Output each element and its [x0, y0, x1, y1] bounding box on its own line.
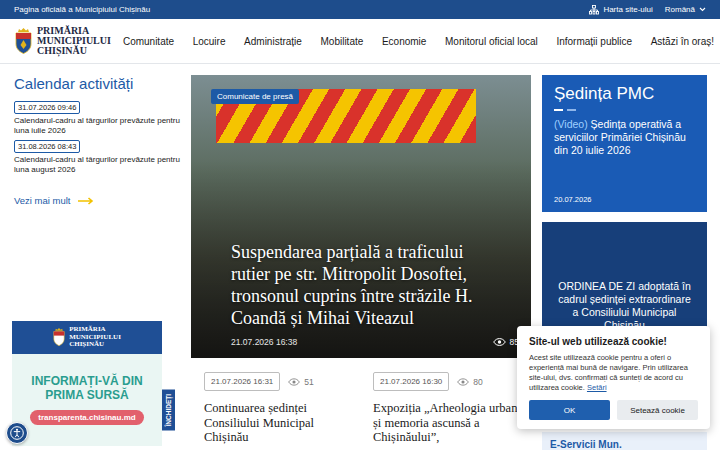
- news-date: 21.07.2026 16:30: [373, 372, 449, 391]
- hero-meta: 21.07.2026 16:38 85: [231, 337, 519, 347]
- news-date: 21.07.2026 16:31: [204, 372, 280, 391]
- logo[interactable]: PRIMĂRIAMUNICIPIULUICHIȘINĂU: [15, 26, 111, 56]
- pmc-date: 20.07.2026: [554, 195, 695, 204]
- sitemap-icon: [589, 5, 599, 15]
- coat-of-arms-icon: [53, 328, 65, 346]
- logo-line: MUNICIPIULUI: [37, 36, 111, 46]
- left-column: Calendar activități 31.07.2026 09:46 Cal…: [14, 75, 180, 450]
- main-nav: Comunitate Locuire Administrație Mobilitate…: [123, 36, 714, 47]
- logo-text: PRIMĂRIAMUNICIPIULUICHIȘINĂU: [37, 26, 111, 56]
- language-select[interactable]: Română: [665, 5, 706, 14]
- logo-line: CHIȘINĂU: [37, 46, 111, 56]
- eye-icon: [457, 378, 469, 386]
- dash: [567, 109, 576, 111]
- calendar-date: 31.07.2026 09:46: [14, 101, 80, 114]
- nav-item[interactable]: Comunitate: [123, 36, 174, 47]
- eye-icon: [493, 338, 506, 346]
- dash: [554, 109, 563, 111]
- calendar-text: Calendarul-cadru al târgurilor prevăzute…: [14, 155, 180, 175]
- nav-item[interactable]: Monitorul oficial local: [445, 36, 538, 47]
- pmc-card[interactable]: Ședința PMC (Video) Ședința operativă a …: [542, 75, 707, 212]
- banner-headline-line: PRIMA SURSĂ: [45, 388, 129, 402]
- hero-content: Suspendarea parțială a traficului rutier…: [191, 75, 531, 358]
- views-count: 51: [288, 377, 313, 387]
- views-count: 85: [493, 337, 519, 347]
- banner-logo: PRIMĂRIAMUNICIPIULUICHIȘINĂU: [12, 321, 162, 354]
- news-meta: 21.07.2026 16:31 51: [204, 372, 357, 391]
- top-links: Harta site-ului Română: [589, 5, 706, 15]
- banner-logo-line: PRIMĂRIA: [69, 326, 121, 334]
- nav-item[interactable]: Locuire: [193, 36, 226, 47]
- header: PRIMĂRIAMUNICIPIULUICHIȘINĂU Comunitate L…: [0, 19, 720, 64]
- arrow-right-icon: [78, 197, 94, 205]
- official-label: Pagina oficială a Municipiului Chișinău: [14, 5, 150, 14]
- cookie-settings-link[interactable]: Setări: [587, 383, 607, 392]
- center-column: Comunicate de presă Suspendarea parțială…: [191, 75, 531, 450]
- news-meta: 21.07.2026 16:30 80: [373, 372, 526, 391]
- calendar-text: Calendarul-cadru al târgurilor prevăzute…: [14, 116, 180, 136]
- banner-logo-line: CHIȘINĂU: [69, 341, 121, 349]
- news-title: Continuarea ședinței Consiliului Municip…: [204, 401, 357, 445]
- ok-button[interactable]: OK: [529, 400, 610, 420]
- pmc-title: Ședința PMC: [554, 84, 695, 104]
- logo-line: PRIMĂRIA: [37, 26, 111, 36]
- nav-item[interactable]: Economie: [382, 36, 426, 47]
- hero-date: 21.07.2026 16:38: [231, 337, 297, 347]
- sitemap-link[interactable]: Harta site-ului: [589, 5, 652, 15]
- eservices-title: E-Servicii Mun.: [550, 439, 622, 450]
- news-card[interactable]: 21.07.2026 16:31 51 Continuarea ședinței…: [204, 372, 357, 445]
- coat-of-arms-icon: [15, 28, 32, 54]
- pmc-text: (Video) Ședința operativă a serviciilor …: [554, 118, 695, 157]
- eye-icon: [288, 378, 300, 386]
- top-bar: Pagina oficială a Municipiului Chișinău …: [0, 0, 720, 19]
- news-title: Expoziția „Arheologia urbană și memoria …: [373, 401, 526, 445]
- banner-headline-line: INFORMAȚI-VĂ DIN: [31, 374, 142, 388]
- accessibility-icon: [10, 426, 24, 440]
- calendar-title: Calendar activități: [14, 75, 180, 93]
- cookie-popup: Site-ul web utilizează cookie! Acest sit…: [517, 326, 710, 429]
- banner-logo-line: MUNICIPIULUI: [69, 334, 121, 342]
- nav-item[interactable]: Informații publice: [556, 36, 632, 47]
- news-card[interactable]: 21.07.2026 16:30 80 Expoziția „Arheologi…: [373, 372, 526, 445]
- cookie-title: Site-ul web utilizează cookie!: [529, 335, 698, 348]
- banner-logo-text: PRIMĂRIAMUNICIPIULUICHIȘINĂU: [69, 326, 121, 349]
- banner-headline: INFORMAȚI-VĂ DINPRIMA SURSĂ: [31, 374, 142, 402]
- eservices-card[interactable]: E-Servicii Mun.: [542, 432, 707, 450]
- calendar-item[interactable]: 31.07.2026 09:46 Calendarul-cadru al târ…: [14, 101, 180, 136]
- cookie-settings-button[interactable]: Setează cookie: [617, 400, 698, 420]
- cookie-buttons: OK Setează cookie: [529, 400, 698, 420]
- nav-item[interactable]: Mobilitate: [321, 36, 364, 47]
- nav-item[interactable]: Administrație: [244, 36, 302, 47]
- views-count: 80: [457, 377, 482, 387]
- title-dashes: [554, 109, 695, 111]
- agenda-text: ORDINEA DE ZI adoptată în cadrul ședințe…: [554, 280, 695, 332]
- banner-close-tab[interactable]: ÎNCHIDEȚI: [162, 390, 175, 431]
- calendar-date: 31.08.2026 08:43: [14, 140, 80, 153]
- banner-url[interactable]: transparenta.chisinau.md: [30, 410, 143, 425]
- banner-body: INFORMAȚI-VĂ DINPRIMA SURSĂ transparenta…: [12, 354, 162, 447]
- accessibility-button[interactable]: [6, 422, 28, 444]
- cookie-text: Acest site utilizează cookie pentru a of…: [529, 353, 698, 393]
- hero-title: Suspendarea parțială a traficului rutier…: [231, 241, 501, 329]
- hero-article[interactable]: Comunicate de presă Suspendarea parțială…: [191, 75, 531, 358]
- banner-row: PRIMĂRIAMUNICIPIULUICHIȘINĂU INFORMAȚI-V…: [12, 321, 180, 446]
- more-link[interactable]: Vezi mai mult: [14, 195, 180, 206]
- news-list: 21.07.2026 16:31 51 Continuarea ședinței…: [191, 372, 531, 445]
- page: Pagina oficială a Municipiului Chișinău …: [0, 0, 720, 450]
- nav-item[interactable]: Astăzi în oraș!: [651, 36, 714, 47]
- category-tag[interactable]: Comunicate de presă: [211, 89, 299, 104]
- video-tag: (Video): [554, 118, 588, 130]
- transparency-banner[interactable]: PRIMĂRIAMUNICIPIULUICHIȘINĂU INFORMAȚI-V…: [12, 321, 162, 446]
- chevron-down-icon: [699, 7, 706, 12]
- calendar-item[interactable]: 31.08.2026 08:43 Calendarul-cadru al târ…: [14, 140, 180, 175]
